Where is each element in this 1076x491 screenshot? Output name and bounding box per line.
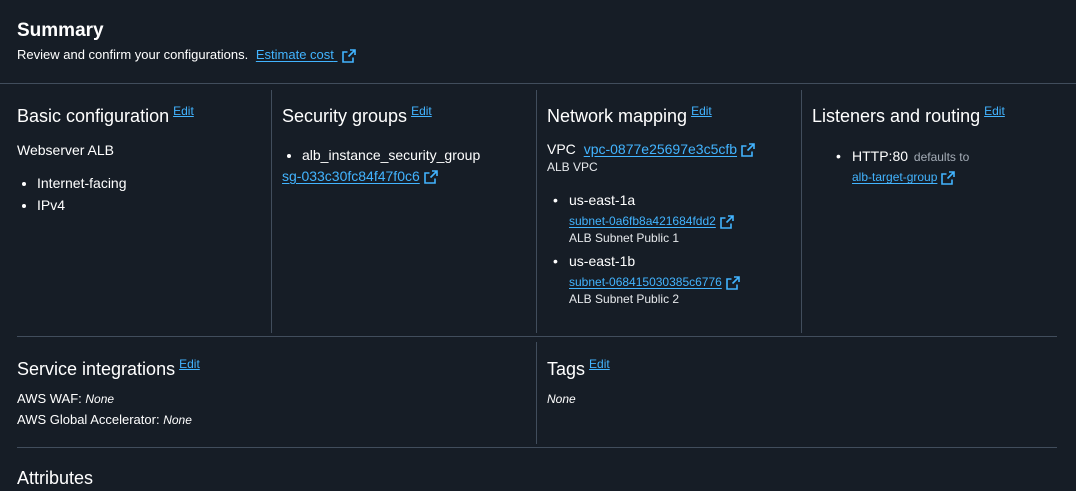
tags-section: Tags Edit None — [547, 357, 947, 406]
estimate-cost-label: Estimate cost — [255, 47, 334, 62]
global-accelerator-row: AWS Global Accelerator: None — [17, 412, 517, 427]
security-group-list: alb_instance_security_group — [262, 147, 532, 163]
ip-type-item: IPv4 — [37, 197, 267, 213]
vpc-name: ALB VPC — [547, 160, 598, 175]
availability-zone: us-east-1b — [569, 252, 636, 269]
vpc-id-link[interactable]: vpc-0877e25697e3c5cfb — [584, 141, 737, 157]
external-link-icon — [720, 215, 734, 229]
vpc-label: VPC — [547, 141, 576, 157]
network-mapping-title: Network mapping — [547, 106, 688, 126]
tags-value: None — [547, 392, 576, 406]
external-link-icon — [341, 48, 356, 63]
summary-subtitle: Review and confirm your configurations. … — [17, 47, 356, 63]
divider — [17, 447, 1057, 448]
network-mapping-section: Network mapping Edit VPC vpc-0877e25697e3… — [547, 104, 797, 306]
security-group-item: alb_instance_security_group — [302, 147, 532, 163]
edit-listeners-routing-link[interactable]: Edit — [984, 104, 1005, 118]
load-balancer-name: Webserver ALB — [17, 142, 115, 158]
page-title: Summary — [17, 20, 104, 41]
divider — [801, 90, 802, 333]
subtitle-text: Review and confirm your configurations. — [17, 47, 249, 62]
waf-label: AWS WAF: — [17, 391, 82, 406]
subnet-item: • us-east-1b subnet-068415030385c6776 AL… — [553, 252, 799, 306]
external-link-icon — [941, 171, 956, 185]
external-link-icon — [741, 143, 755, 158]
basic-configuration-section: Basic configurationEdit Webserver ALB In… — [17, 104, 267, 213]
defaults-to-label: defaults to — [913, 150, 970, 164]
divider — [536, 342, 537, 444]
external-link-icon — [423, 170, 438, 185]
target-group-link[interactable]: alb-target-group — [852, 170, 937, 184]
edit-tags-link[interactable]: Edit — [589, 357, 610, 371]
divider — [17, 336, 1057, 337]
global-accelerator-label: AWS Global Accelerator: — [17, 412, 160, 427]
external-link-icon — [726, 275, 740, 290]
subnet-name: ALB Subnet Public 1 — [569, 230, 680, 245]
edit-network-mapping-link[interactable]: Edit — [691, 104, 712, 118]
subnet-item: • us-east-1a subnet-0a6fb8a421684fdd2 AL… — [553, 192, 799, 245]
basic-config-list: Internet-facing IPv4 — [0, 175, 267, 213]
listener-item: • HTTP:80 defaults to — [836, 148, 970, 164]
security-group-id-link[interactable]: sg-033c30fc84f47f0c6 — [282, 168, 420, 184]
summary-header: Summary Review and confirm your configur… — [0, 0, 1076, 84]
edit-security-groups-link[interactable]: Edit — [411, 104, 432, 118]
divider — [536, 90, 537, 333]
service-integrations-section: Service integrations Edit AWS WAF: None A… — [17, 357, 517, 427]
subnet-id-link[interactable]: subnet-0a6fb8a421684fdd2 — [569, 214, 716, 228]
waf-value: None — [85, 392, 115, 406]
listeners-routing-section: Listeners and routing Edit • HTTP:80 defa… — [812, 104, 1072, 185]
security-groups-section: Security groupsEdit alb_instance_securit… — [282, 104, 532, 185]
security-group-name: alb_instance_security_group — [302, 147, 481, 163]
edit-service-integrations-link[interactable]: Edit — [179, 357, 200, 371]
scheme-item: Internet-facing — [37, 175, 267, 191]
waf-row: AWS WAF: None — [17, 391, 517, 406]
listeners-routing-title: Listeners and routing — [812, 106, 981, 126]
availability-zone: us-east-1a — [569, 192, 636, 208]
subnet-list: • us-east-1a subnet-0a6fb8a421684fdd2 AL… — [553, 192, 799, 306]
attributes-title: Attributes — [17, 468, 94, 488]
subnet-id-link[interactable]: subnet-068415030385c6776 — [569, 275, 722, 289]
summary-panel: Summary Review and confirm your configur… — [0, 0, 1076, 491]
tags-title: Tags — [547, 359, 586, 379]
security-groups-title: Security groups — [282, 106, 408, 126]
divider — [271, 90, 272, 333]
listener-protocol-port: HTTP:80 — [852, 148, 909, 164]
edit-basic-configuration-link[interactable]: Edit — [173, 104, 194, 118]
basic-configuration-title: Basic configuration — [17, 106, 170, 126]
estimate-cost-link[interactable]: Estimate cost — [256, 47, 338, 62]
attributes-section: Attributes — [17, 468, 93, 489]
subnet-name: ALB Subnet Public 2 — [569, 291, 680, 306]
service-integrations-title: Service integrations — [17, 359, 176, 379]
global-accelerator-value: None — [163, 413, 192, 427]
